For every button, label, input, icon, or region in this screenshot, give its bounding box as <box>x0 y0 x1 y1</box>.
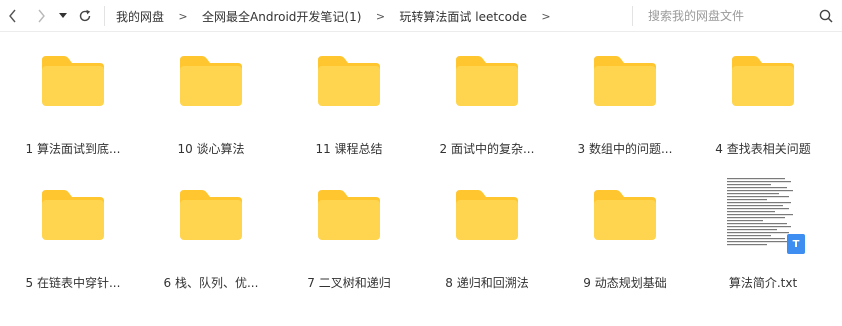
folder-icon <box>318 190 380 240</box>
folder-thumbnail <box>287 170 411 260</box>
file-label: 10 谈心算法 <box>177 142 245 156</box>
file-grid: 1 算法面试到底... 10 谈心算法 11 课程总结 2 面试中的复杂... 3 数组… <box>0 32 842 326</box>
folder-item[interactable]: 1 算法面试到底... <box>11 36 135 156</box>
breadcrumb-item-root[interactable]: 我的网盘 <box>116 8 164 25</box>
txt-file-icon: T <box>725 176 805 254</box>
folder-thumbnail <box>149 36 273 126</box>
chevron-right-icon <box>38 9 45 23</box>
caret-down-icon <box>59 13 67 18</box>
folder-icon <box>180 190 242 240</box>
folder-thumbnail <box>701 36 825 126</box>
folder-icon <box>732 56 794 106</box>
folder-icon <box>42 56 104 106</box>
breadcrumb: 我的网盘 > 全网最全Android开发笔记(1) > 玩转算法面试 leetc… <box>116 0 565 32</box>
folder-icon <box>318 56 380 106</box>
txt-badge-icon: T <box>787 234 805 254</box>
folder-item[interactable]: 7 二叉树和递归 <box>287 170 411 290</box>
file-label: 9 动态规划基础 <box>583 276 667 290</box>
folder-item[interactable]: 10 谈心算法 <box>149 36 273 156</box>
folder-item[interactable]: 9 动态规划基础 <box>563 170 687 290</box>
breadcrumb-item-android-notes[interactable]: 全网最全Android开发笔记(1) <box>202 8 361 25</box>
search-input[interactable] <box>648 6 808 26</box>
file-label: 7 二叉树和递归 <box>307 276 391 290</box>
breadcrumb-separator: > <box>375 9 386 23</box>
refresh-button[interactable] <box>74 0 96 32</box>
folder-icon <box>42 190 104 240</box>
file-label: 4 查找表相关问题 <box>715 142 811 156</box>
folder-thumbnail <box>425 170 549 260</box>
folder-item[interactable]: 5 在链表中穿针... <box>11 170 135 290</box>
file-label: 算法简介.txt <box>728 276 798 290</box>
folder-icon <box>456 190 518 240</box>
file-item[interactable]: T 算法简介.txt <box>701 170 825 290</box>
folder-icon <box>594 190 656 240</box>
folder-thumbnail <box>563 170 687 260</box>
toolbar-divider <box>104 6 105 26</box>
toolbar: 我的网盘 > 全网最全Android开发笔记(1) > 玩转算法面试 leetc… <box>0 0 842 32</box>
folder-item[interactable]: 2 面试中的复杂... <box>425 36 549 156</box>
breadcrumb-expand[interactable]: > <box>527 10 565 23</box>
search-box <box>648 0 842 32</box>
forward-button[interactable] <box>30 0 52 32</box>
chevron-left-icon <box>9 9 16 23</box>
folder-thumbnail <box>149 170 273 260</box>
folder-item[interactable]: 11 课程总结 <box>287 36 411 156</box>
file-label: 1 算法面试到底... <box>25 142 121 156</box>
file-label: 11 课程总结 <box>315 142 383 156</box>
file-label: 6 栈、队列、优... <box>163 276 259 290</box>
refresh-icon <box>79 9 91 22</box>
toolbar-divider <box>632 6 633 26</box>
file-thumbnail: T <box>701 170 825 260</box>
folder-thumbnail <box>287 36 411 126</box>
history-dropdown-button[interactable] <box>56 0 70 32</box>
search-icon <box>819 9 833 23</box>
search-button[interactable] <box>816 6 836 26</box>
file-label: 8 递归和回溯法 <box>445 276 529 290</box>
folder-thumbnail <box>11 36 135 126</box>
folder-thumbnail <box>425 36 549 126</box>
folder-icon <box>594 56 656 106</box>
folder-thumbnail <box>11 170 135 260</box>
folder-item[interactable]: 8 递归和回溯法 <box>425 170 549 290</box>
file-label: 2 面试中的复杂... <box>439 142 535 156</box>
file-label: 5 在链表中穿针... <box>25 276 121 290</box>
back-button[interactable] <box>2 0 24 32</box>
folder-icon <box>180 56 242 106</box>
folder-icon <box>456 56 518 106</box>
file-label: 3 数组中的问题... <box>577 142 673 156</box>
text-preview-icon <box>725 176 795 248</box>
folder-thumbnail <box>563 36 687 126</box>
folder-item[interactable]: 4 查找表相关问题 <box>701 36 825 156</box>
folder-item[interactable]: 3 数组中的问题... <box>563 36 687 156</box>
breadcrumb-item-current[interactable]: 玩转算法面试 leetcode <box>399 8 527 25</box>
folder-item[interactable]: 6 栈、队列、优... <box>149 170 273 290</box>
breadcrumb-separator: > <box>178 9 188 23</box>
